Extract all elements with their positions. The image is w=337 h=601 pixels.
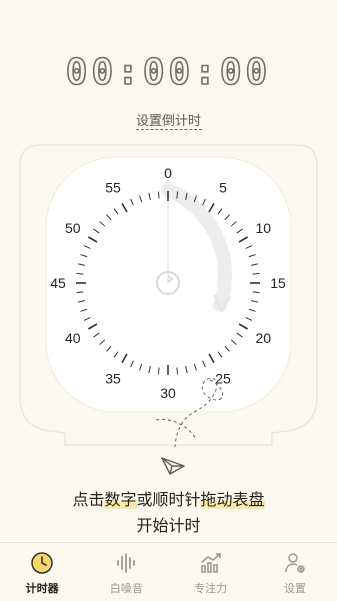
set-countdown-underline [136, 129, 202, 130]
dial-number[interactable]: 55 [105, 180, 121, 196]
instruction-line-2: 开始计时 [136, 516, 201, 535]
instruction-highlight-numbers: 数字 [104, 490, 137, 509]
instruction-line-1: 点击数字或顺时针拖动表盘 [0, 487, 337, 513]
timer-dial[interactable]: 0 5 10 15 20 25 30 35 40 45 50 55 [0, 135, 337, 455]
instruction-text: 点击数字或顺时针拖动表盘 开始计时 [0, 487, 337, 539]
tab-settings-label: 设置 [283, 582, 306, 595]
tab-timer-label: 计时器 [25, 582, 59, 595]
instruction-highlight-drag: 拖动表盘 [200, 490, 265, 509]
dial-number[interactable]: 30 [160, 385, 176, 401]
dial-number[interactable]: 0 [164, 165, 172, 181]
set-countdown-link[interactable]: 设置倒计时 [0, 110, 337, 129]
dial-number[interactable]: 50 [65, 220, 81, 236]
tab-settings[interactable]: 设置 [253, 543, 337, 601]
dial-number[interactable]: 20 [255, 330, 271, 346]
tab-white-noise-label: 白噪音 [109, 582, 143, 595]
timer-display: 00:00:00 [65, 51, 272, 94]
dial-number[interactable]: 40 [65, 330, 81, 346]
dial-number[interactable]: 10 [255, 220, 271, 236]
dial-number[interactable]: 5 [219, 180, 227, 196]
dial-number[interactable]: 35 [105, 370, 121, 386]
tab-white-noise[interactable]: 白噪音 [84, 543, 168, 601]
clock-icon [29, 550, 55, 576]
timer-dial-area: 0 5 10 15 20 25 30 35 40 45 50 55 [0, 135, 337, 455]
tab-focus-label: 专注力 [194, 582, 228, 595]
bottom-tab-bar: 计时器 白噪音 专注力 设置 [0, 542, 337, 601]
dial-number[interactable]: 45 [50, 275, 66, 291]
chart-icon [198, 550, 224, 576]
instruction-part: 点击 [72, 490, 105, 509]
soundwave-icon [113, 550, 139, 576]
dial-number[interactable]: 25 [215, 370, 231, 386]
tab-timer[interactable]: 计时器 [0, 543, 84, 601]
settings-icon [282, 550, 308, 576]
paper-plane-icon [161, 457, 185, 475]
guide-dashed-trail-2 [155, 418, 197, 440]
tab-focus[interactable]: 专注力 [169, 543, 253, 601]
dial-number[interactable]: 15 [270, 275, 286, 291]
instruction-part: 或顺时针 [136, 490, 201, 509]
